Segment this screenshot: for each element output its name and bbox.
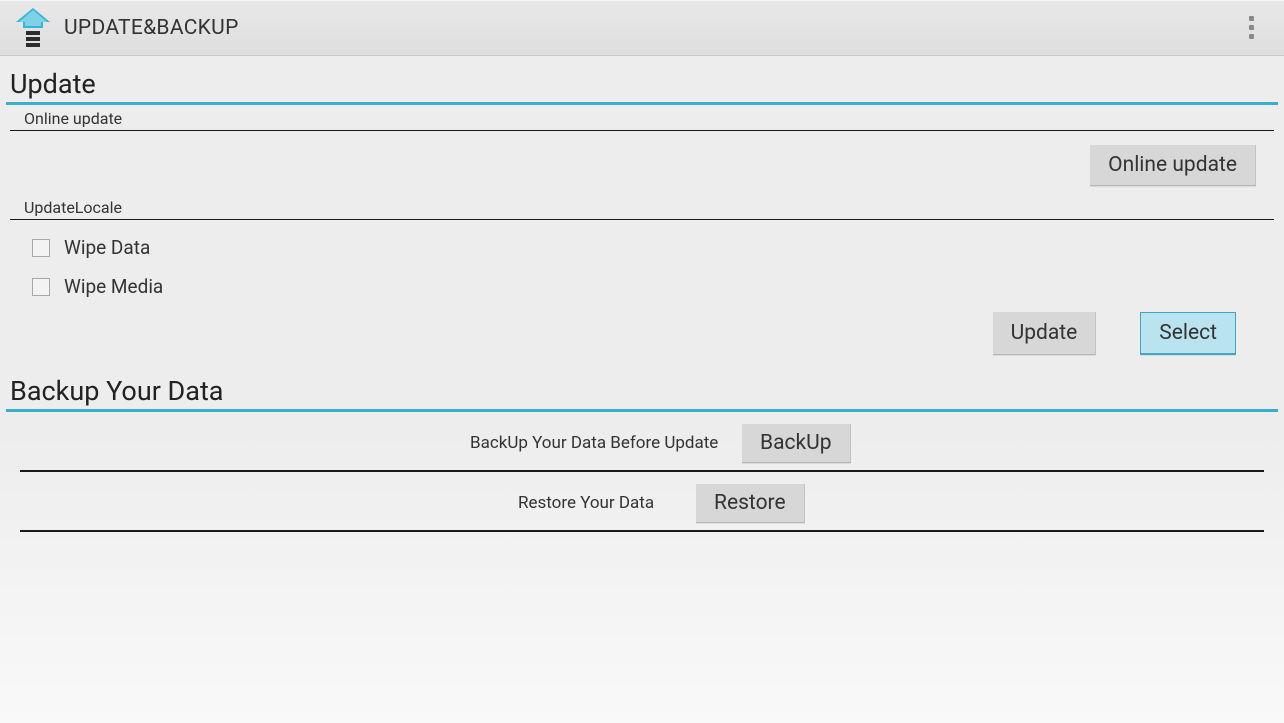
wipe-data-checkbox[interactable] [32, 239, 50, 257]
overflow-menu-button[interactable] [1228, 4, 1276, 52]
wipe-data-row: Wipe Data [6, 220, 1278, 267]
action-bar: UPDATE&BACKUP [0, 0, 1284, 56]
restore-label: Restore Your Data [518, 493, 654, 513]
update-section-title: Update [6, 62, 1278, 105]
overflow-icon [1249, 16, 1255, 39]
restore-row: Restore Your Data Restore [20, 476, 1264, 532]
wipe-media-label: Wipe Media [64, 275, 163, 298]
update-locale-subhead: UpdateLocale [10, 194, 1274, 220]
online-update-subhead: Online update [10, 105, 1274, 131]
wipe-media-checkbox[interactable] [32, 278, 50, 296]
app-icon [14, 8, 52, 48]
select-button[interactable]: Select [1140, 312, 1236, 355]
app-title: UPDATE&BACKUP [64, 16, 1228, 40]
backup-section-title: Backup Your Data [6, 369, 1278, 412]
backup-before-label: BackUp Your Data Before Update [470, 433, 718, 453]
online-update-button[interactable]: Online update [1090, 145, 1256, 186]
backup-row: BackUp Your Data Before Update BackUp [20, 416, 1264, 472]
restore-button[interactable]: Restore [696, 484, 805, 523]
wipe-data-label: Wipe Data [64, 236, 150, 259]
update-button[interactable]: Update [993, 312, 1097, 355]
content: Update Online update Online update Updat… [0, 56, 1284, 532]
backup-button[interactable]: BackUp [742, 424, 851, 463]
wipe-media-row: Wipe Media [6, 267, 1278, 306]
